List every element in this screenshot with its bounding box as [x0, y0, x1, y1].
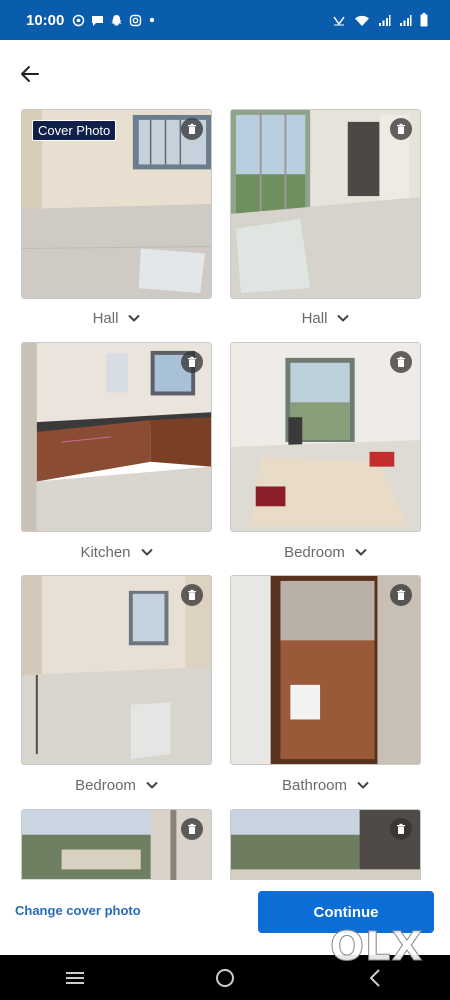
delete-photo-button[interactable]: [390, 351, 412, 373]
trash-icon: [397, 823, 405, 834]
trash-icon: [188, 589, 196, 600]
chevron-down-icon: [355, 548, 367, 556]
menu-icon: [66, 971, 84, 984]
room-type-dropdown[interactable]: Kitchen: [21, 537, 212, 567]
delete-photo-button[interactable]: [390, 584, 412, 606]
status-time: 10:00: [26, 11, 65, 29]
room-type-dropdown[interactable]: Bathroom: [230, 770, 421, 800]
room-type-label: Hall: [301, 309, 328, 327]
trash-icon: [397, 356, 405, 367]
room-photo: [22, 343, 211, 531]
signal-icon: [399, 14, 412, 27]
photo-card[interactable]: [230, 109, 421, 299]
dot-icon: [148, 16, 156, 24]
snapchat-icon: [110, 14, 123, 27]
whatsapp-icon: [72, 14, 85, 27]
status-bar: 10:00: [0, 0, 450, 40]
system-icons: [332, 13, 428, 27]
room-type-label: Kitchen: [80, 543, 131, 561]
chat-icon: [91, 14, 104, 27]
delete-photo-button[interactable]: [390, 818, 412, 840]
trash-icon: [188, 356, 196, 367]
trash-icon: [188, 123, 196, 134]
room-type-dropdown[interactable]: Hall: [21, 303, 212, 333]
room-type-label: Hall: [92, 309, 119, 327]
room-photo: [231, 576, 420, 764]
room-photo: [231, 343, 420, 531]
room-photo: [231, 110, 420, 298]
recent-apps-button[interactable]: [45, 958, 105, 998]
photo-card[interactable]: [21, 575, 212, 765]
chevron-down-icon: [128, 314, 141, 322]
delete-photo-button[interactable]: [390, 118, 412, 140]
arrow-left-icon: [21, 66, 39, 82]
room-type-dropdown[interactable]: Hall: [230, 303, 421, 333]
chevron-down-icon: [357, 781, 369, 789]
back-button[interactable]: [14, 58, 46, 90]
signal-icon: [378, 14, 391, 27]
delete-photo-button[interactable]: [181, 584, 203, 606]
delete-photo-button[interactable]: [181, 818, 203, 840]
room-type-label: Bedroom: [75, 776, 136, 794]
volte-icon: [332, 14, 346, 27]
battery-icon: [420, 13, 428, 27]
wifi-icon: [354, 14, 370, 27]
change-cover-photo-link[interactable]: Change cover photo: [15, 903, 141, 918]
trash-icon: [397, 123, 405, 134]
photo-card[interactable]: [230, 342, 421, 532]
room-type-dropdown[interactable]: Bedroom: [230, 537, 421, 567]
chevron-left-icon: [369, 968, 380, 987]
room-photo: [22, 576, 211, 764]
photo-card[interactable]: [21, 342, 212, 532]
room-type-dropdown[interactable]: Bedroom: [21, 770, 212, 800]
trash-icon: [397, 589, 405, 600]
home-button[interactable]: [195, 958, 255, 998]
chevron-down-icon: [140, 548, 153, 556]
notification-icons: [72, 14, 156, 27]
room-type-label: Bedroom: [284, 543, 345, 561]
instagram-icon: [129, 14, 142, 27]
cover-photo-badge: Cover Photo: [32, 120, 117, 141]
chevron-down-icon: [146, 781, 158, 789]
trash-icon: [188, 823, 196, 834]
home-circle-icon: [216, 968, 234, 987]
chevron-down-icon: [337, 314, 350, 322]
delete-photo-button[interactable]: [181, 351, 203, 373]
olx-watermark: OLX: [329, 924, 424, 971]
delete-photo-button[interactable]: [181, 118, 203, 140]
photo-card[interactable]: Cover Photo: [21, 109, 212, 299]
room-type-label: Bathroom: [281, 776, 348, 794]
photo-card[interactable]: [230, 575, 421, 765]
